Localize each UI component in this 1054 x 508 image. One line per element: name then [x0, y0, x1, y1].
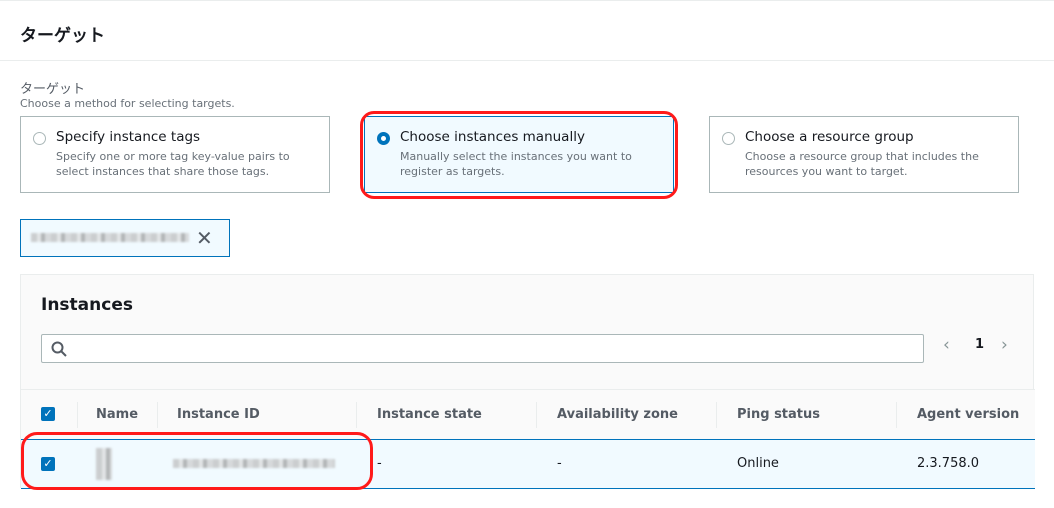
column-instance-state[interactable]: Instance state [377, 407, 482, 422]
select-all-checkbox[interactable]: ✓ [41, 407, 55, 421]
option-title: Specify instance tags [56, 129, 201, 145]
option-title: Choose a resource group [745, 129, 914, 145]
option-description: Specify one or more tag key-value pairs … [56, 150, 290, 178]
column-instance-id[interactable]: Instance ID [177, 407, 260, 422]
column-agent-version[interactable]: Agent version [917, 407, 1019, 422]
remove-token-icon[interactable]: ✕ [196, 226, 213, 250]
column-availability-zone[interactable]: Availability zone [557, 407, 678, 422]
instances-title: Instances [41, 295, 133, 315]
redacted-instance-id [31, 233, 189, 242]
page-number[interactable]: 1 [975, 337, 984, 352]
option-specify-tags[interactable]: Specify instance tags Specify one or mor… [20, 116, 330, 193]
option-description: Choose a resource group that includes th… [745, 150, 979, 178]
search-icon [51, 341, 67, 357]
highlight-annotation [21, 432, 373, 490]
section-title: ターゲット [20, 26, 105, 46]
column-ping-status[interactable]: Ping status [737, 407, 820, 422]
option-resource-group[interactable]: Choose a resource group Choose a resourc… [709, 116, 1019, 193]
next-page-icon[interactable]: › [1001, 335, 1008, 355]
column-name[interactable]: Name [96, 407, 138, 422]
search-input[interactable] [41, 334, 924, 363]
field-label: ターゲット [20, 82, 86, 97]
selected-instance-token: ✕ [20, 219, 230, 257]
field-description: Choose a method for selecting targets. [20, 97, 235, 110]
prev-page-icon[interactable]: ‹ [943, 335, 950, 355]
instance-state: - [377, 456, 382, 471]
ping-status: Online [737, 456, 779, 471]
highlight-annotation [360, 111, 678, 199]
radio-icon[interactable] [722, 132, 735, 145]
radio-icon[interactable] [33, 132, 46, 145]
availability-zone: - [557, 456, 562, 471]
agent-version: 2.3.758.0 [917, 456, 980, 471]
section-header: ターゲット [0, 0, 1054, 61]
